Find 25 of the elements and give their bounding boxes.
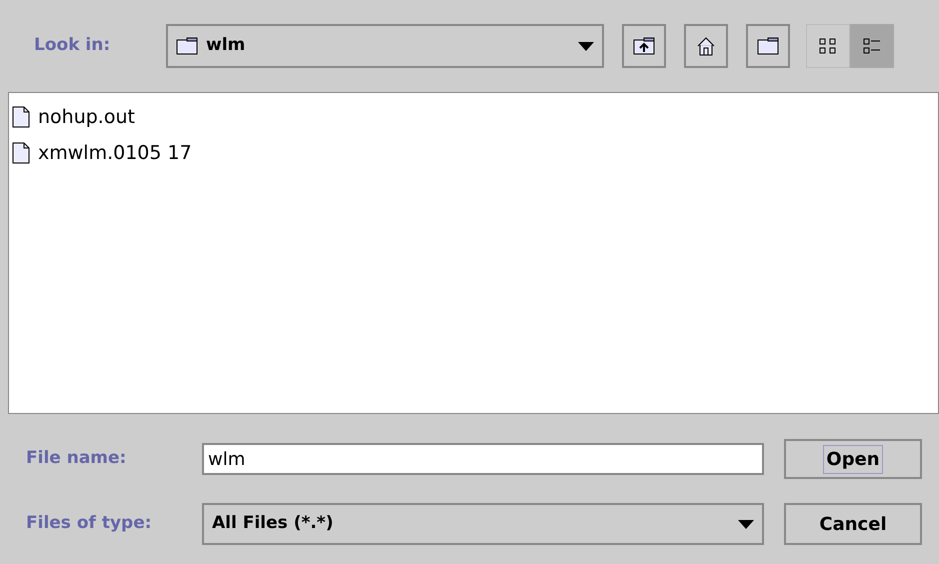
dropdown-arrow-icon bbox=[578, 42, 594, 50]
folder-icon bbox=[176, 37, 198, 55]
toolbar-button[interactable] bbox=[684, 24, 728, 68]
details-view-icon bbox=[863, 37, 881, 55]
list-view-icon bbox=[819, 37, 837, 55]
file-type-dropdown[interactable]: All Files (*.*) bbox=[202, 503, 764, 545]
file-icon bbox=[12, 142, 30, 164]
file-name-field[interactable]: wlm bbox=[202, 443, 764, 475]
toolbar-button[interactable] bbox=[746, 24, 790, 68]
open-button[interactable]: Open bbox=[784, 439, 922, 479]
dropdown-arrow-icon bbox=[738, 520, 754, 528]
look-in-label: Look in: bbox=[34, 34, 112, 58]
folder-icon bbox=[757, 37, 779, 55]
toolbar-button[interactable] bbox=[622, 24, 666, 68]
file-item[interactable]: xmwlm.0105 17 bbox=[12, 135, 938, 171]
file-name-label: File name: bbox=[26, 447, 128, 470]
file-item[interactable]: nohup.out bbox=[12, 99, 938, 135]
folder-up-icon bbox=[633, 37, 655, 55]
view-toggle[interactable] bbox=[806, 24, 850, 68]
view-toggle[interactable] bbox=[850, 24, 894, 68]
file-type-label: Files of type: bbox=[26, 512, 153, 536]
look-in-dropdown[interactable]: wlm bbox=[166, 24, 604, 68]
home-icon bbox=[696, 36, 716, 56]
file-icon bbox=[12, 106, 30, 128]
cancel-button[interactable]: Cancel bbox=[784, 503, 922, 545]
